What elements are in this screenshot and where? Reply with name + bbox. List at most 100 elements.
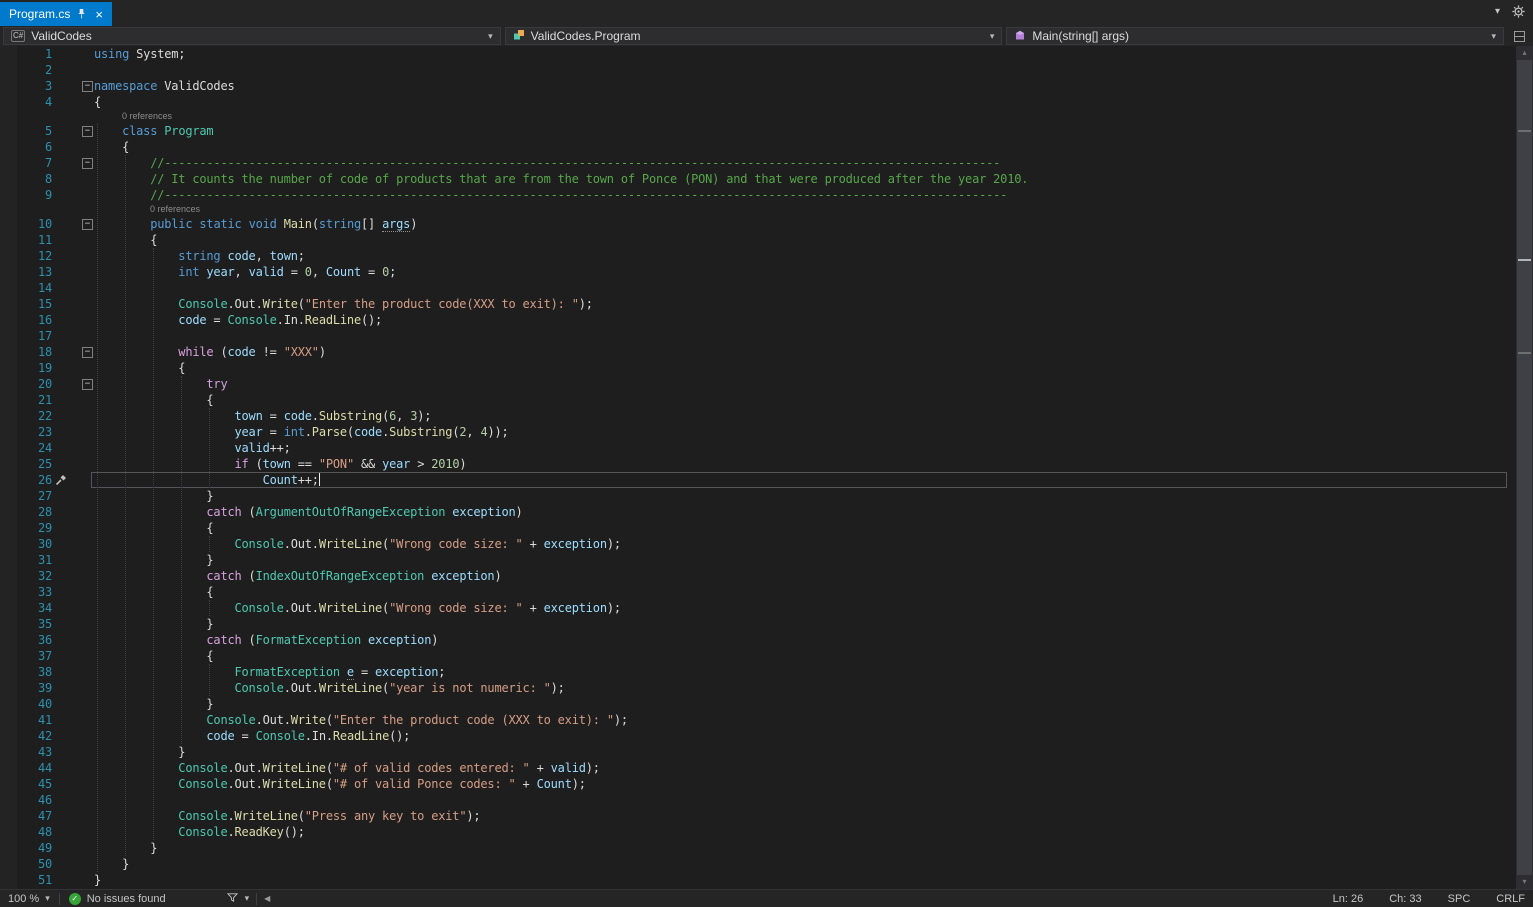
code-text[interactable]: code = Console.In.ReadLine(); — [94, 728, 1516, 744]
code-text[interactable]: Console.Out.WriteLine("# of valid codes … — [94, 760, 1516, 776]
fold-collapse-icon[interactable]: − — [82, 347, 93, 358]
tab-program-cs[interactable]: Program.cs × — [0, 2, 112, 26]
code-text[interactable]: { — [94, 392, 1516, 408]
line-number[interactable]: 9 — [0, 187, 52, 203]
code-text[interactable]: } — [94, 552, 1516, 568]
code-text[interactable]: { — [94, 139, 1516, 155]
type-dropdown[interactable]: ValidCodes.Program ▾ — [505, 27, 1003, 45]
line-number[interactable]: 36 — [0, 632, 52, 648]
code-text[interactable]: } — [94, 616, 1516, 632]
line-number[interactable]: 14 — [0, 280, 52, 296]
line-number[interactable]: 1 — [0, 46, 52, 62]
issues-indicator[interactable]: ✓ No issues found — [69, 893, 166, 905]
line-number[interactable]: 34 — [0, 600, 52, 616]
code-text[interactable]: } — [94, 856, 1516, 872]
line-number[interactable]: 29 — [0, 520, 52, 536]
project-dropdown[interactable]: C# ValidCodes ▾ — [3, 27, 501, 45]
line-number[interactable]: 49 — [0, 840, 52, 856]
scrollbar-thumb[interactable] — [1517, 60, 1532, 875]
line-number[interactable]: 20 — [0, 376, 52, 392]
line-number[interactable]: 30 — [0, 536, 52, 552]
fold-collapse-icon[interactable]: − — [82, 158, 93, 169]
back-arrow-icon[interactable]: ◀ — [264, 894, 270, 903]
fold-collapse-icon[interactable]: − — [82, 219, 93, 230]
scroll-down-icon[interactable]: ▾ — [1516, 875, 1533, 889]
code-text[interactable]: town = code.Substring(6, 3); — [94, 408, 1516, 424]
vertical-scrollbar[interactable]: ▴ ▾ — [1516, 46, 1533, 889]
line-number[interactable]: 51 — [0, 872, 52, 888]
code-text[interactable]: { — [94, 360, 1516, 376]
line-number[interactable]: 47 — [0, 808, 52, 824]
code-text[interactable]: { — [94, 232, 1516, 248]
line-number[interactable]: 7 — [0, 155, 52, 171]
code-text[interactable]: { — [94, 584, 1516, 600]
spaces-indicator[interactable]: SPC — [1448, 893, 1471, 905]
code-text[interactable] — [94, 62, 1516, 78]
code-text[interactable]: try — [94, 376, 1516, 392]
code-text[interactable]: Console.WriteLine("Press any key to exit… — [94, 808, 1516, 824]
line-number[interactable]: 6 — [0, 139, 52, 155]
code-text[interactable]: year = int.Parse(code.Substring(2, 4)); — [94, 424, 1516, 440]
code-text[interactable]: { — [94, 94, 1516, 110]
code-text[interactable]: namespace ValidCodes — [94, 78, 1516, 94]
line-number[interactable]: 5 — [0, 123, 52, 139]
line-number[interactable]: 31 — [0, 552, 52, 568]
code-text[interactable] — [94, 280, 1516, 296]
code-text[interactable]: catch (IndexOutOfRangeException exceptio… — [94, 568, 1516, 584]
code-text[interactable]: catch (ArgumentOutOfRangeException excep… — [94, 504, 1516, 520]
line-number[interactable]: 33 — [0, 584, 52, 600]
line-number[interactable]: 8 — [0, 171, 52, 187]
settings-gear-icon[interactable] — [1512, 5, 1525, 18]
line-number[interactable]: 42 — [0, 728, 52, 744]
line-number[interactable]: 18 — [0, 344, 52, 360]
code-text[interactable]: Console.Out.Write("Enter the product cod… — [94, 712, 1516, 728]
code-text[interactable]: //--------------------------------------… — [94, 155, 1516, 171]
member-dropdown[interactable]: Main(string[] args) ▾ — [1006, 27, 1504, 45]
line-number[interactable]: 3 — [0, 78, 52, 94]
code-text[interactable]: } — [94, 696, 1516, 712]
filter-icon[interactable] — [227, 892, 238, 906]
line-number[interactable]: 2 — [0, 62, 52, 78]
line-number[interactable]: 11 — [0, 232, 52, 248]
fold-collapse-icon[interactable]: − — [82, 81, 93, 92]
line-number[interactable]: 45 — [0, 776, 52, 792]
code-text[interactable]: Console.Out.WriteLine("Wrong code size: … — [94, 536, 1516, 552]
line-number[interactable]: 12 — [0, 248, 52, 264]
line-number[interactable]: 44 — [0, 760, 52, 776]
code-text[interactable]: catch (FormatException exception) — [94, 632, 1516, 648]
line-number[interactable]: 13 — [0, 264, 52, 280]
line-number[interactable]: 37 — [0, 648, 52, 664]
code-text[interactable]: Console.Out.WriteLine("year is not numer… — [94, 680, 1516, 696]
code-text[interactable]: class Program — [94, 123, 1516, 139]
line-number[interactable]: 16 — [0, 312, 52, 328]
line-number[interactable]: 22 — [0, 408, 52, 424]
code-text[interactable]: } — [94, 872, 1516, 888]
line-number[interactable]: 19 — [0, 360, 52, 376]
fold-collapse-icon[interactable]: − — [82, 379, 93, 390]
split-window-icon[interactable] — [1514, 31, 1525, 42]
line-number[interactable]: 46 — [0, 792, 52, 808]
scroll-up-icon[interactable]: ▴ — [1516, 46, 1533, 60]
tab-list-chevron-icon[interactable]: ▾ — [1495, 6, 1500, 17]
codelens-references-link[interactable]: 0 references — [122, 110, 172, 123]
code-text[interactable]: code = Console.In.ReadLine(); — [94, 312, 1516, 328]
line-number[interactable]: 10 — [0, 216, 52, 232]
line-number[interactable]: 28 — [0, 504, 52, 520]
code-text[interactable] — [94, 792, 1516, 808]
code-text[interactable]: Console.Out.WriteLine("# of valid Ponce … — [94, 776, 1516, 792]
code-text[interactable]: string code, town; — [94, 248, 1516, 264]
line-number[interactable]: 50 — [0, 856, 52, 872]
code-text[interactable] — [94, 328, 1516, 344]
line-number[interactable]: 27 — [0, 488, 52, 504]
code-text[interactable]: } — [94, 488, 1516, 504]
zoom-control[interactable]: 100 % ▾ — [8, 893, 50, 905]
line-number[interactable]: 23 — [0, 424, 52, 440]
line-number[interactable]: 38 — [0, 664, 52, 680]
line-number[interactable]: 24 — [0, 440, 52, 456]
code-text[interactable]: FormatException e = exception; — [94, 664, 1516, 680]
line-number[interactable]: 40 — [0, 696, 52, 712]
code-text[interactable]: using System; — [94, 46, 1516, 62]
pin-icon[interactable] — [77, 8, 86, 20]
code-text[interactable]: Console.Out.WriteLine("Wrong code size: … — [94, 600, 1516, 616]
line-number[interactable]: 4 — [0, 94, 52, 110]
